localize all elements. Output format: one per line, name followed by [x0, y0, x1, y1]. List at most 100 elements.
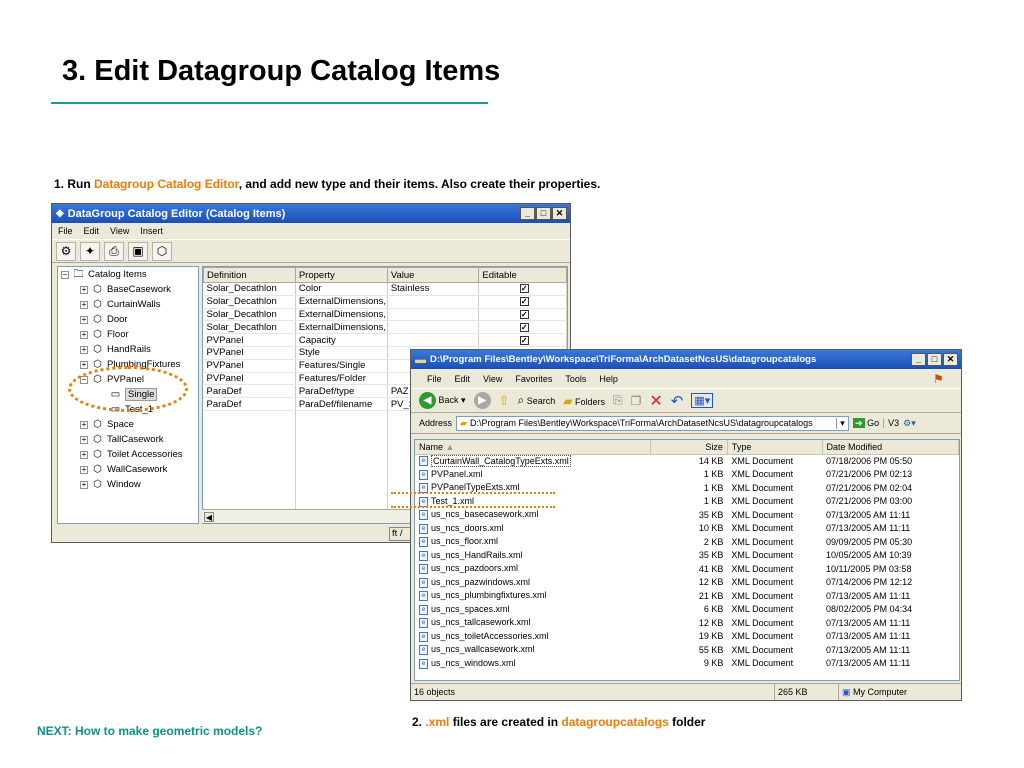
- menu-view[interactable]: View: [110, 226, 129, 236]
- cell-value[interactable]: [387, 308, 480, 322]
- tree-item[interactable]: + ⬡ Window: [58, 477, 198, 492]
- close-button[interactable]: ✕: [552, 207, 567, 220]
- tree-item[interactable]: + ⬡ WallCasework: [58, 462, 198, 477]
- address-input[interactable]: ▰ D:\Program Files\Bentley\Workspace\Tri…: [456, 415, 850, 431]
- file-name-cell[interactable]: e us_ncs_floor.xml: [415, 535, 651, 549]
- expand-icon[interactable]: +: [80, 345, 88, 354]
- next-topic-link[interactable]: NEXT: How to make geometric models?: [37, 724, 262, 738]
- cell-editable[interactable]: ✓: [478, 320, 567, 335]
- file-name-cell[interactable]: e us_ncs_doors.xml: [415, 522, 651, 536]
- copy-to-icon[interactable]: ❐: [631, 394, 642, 408]
- file-name-cell[interactable]: e us_ncs_tallcasework.xml: [415, 616, 651, 630]
- delete-icon[interactable]: ✕: [649, 391, 662, 411]
- col-value[interactable]: Value: [386, 267, 480, 283]
- menu-favorites[interactable]: Favorites: [515, 374, 552, 384]
- table-row[interactable]: Solar_Decathlon Color Stainless ✓: [203, 282, 567, 296]
- cell-definition[interactable]: Solar_Decathlon: [203, 295, 296, 309]
- table-row[interactable]: Solar_Decathlon ExternalDimensions, ✓: [203, 320, 567, 335]
- table-row[interactable]: e CurtainWall_CatalogTypeExts.xml 14 KB XML…: [415, 454, 959, 468]
- cell-value[interactable]: [387, 295, 480, 309]
- menu-file[interactable]: File: [427, 374, 442, 384]
- tree-item[interactable]: + ⬡ CurtainWalls: [58, 297, 198, 312]
- folders-button[interactable]: ▰ Folders: [563, 394, 605, 408]
- collapse-icon[interactable]: −: [61, 270, 69, 279]
- menu-help[interactable]: Help: [599, 374, 618, 384]
- expand-icon[interactable]: +: [80, 300, 88, 309]
- col-editable[interactable]: Editable: [478, 267, 567, 283]
- col-date[interactable]: Date Modified: [822, 440, 959, 455]
- col-type[interactable]: Type: [727, 440, 823, 455]
- cell-editable[interactable]: ✓: [478, 295, 567, 309]
- scroll-left-icon[interactable]: ◀: [204, 512, 214, 522]
- cell-definition[interactable]: PVPanel: [203, 359, 296, 373]
- explorer-titlebar[interactable]: ▬ D:\Program Files\Bentley\Workspace\Tri…: [411, 350, 961, 369]
- expand-icon[interactable]: +: [80, 360, 88, 369]
- cube-icon[interactable]: ⬡: [152, 241, 172, 261]
- cell-value[interactable]: [387, 333, 480, 347]
- expand-icon[interactable]: +: [80, 285, 88, 294]
- chevron-down-icon[interactable]: ▾: [836, 417, 848, 429]
- extra-toolbar-icon[interactable]: ⚙▾: [903, 418, 916, 429]
- new-item-icon[interactable]: ✦: [80, 241, 100, 261]
- search-button[interactable]: ⌕ Search: [517, 393, 555, 408]
- extra-toolbar-label[interactable]: V3: [883, 418, 899, 428]
- expand-icon[interactable]: +: [80, 315, 88, 324]
- table-row[interactable]: Solar_Decathlon ExternalDimensions, ✓: [203, 295, 567, 309]
- expand-icon[interactable]: +: [80, 480, 88, 489]
- cell-property[interactable]: Capacity: [295, 333, 388, 347]
- views-icon[interactable]: ▦▾: [691, 393, 714, 408]
- editable-checkbox[interactable]: ✓: [519, 309, 529, 319]
- table-row[interactable]: e us_ncs_pazwindows.xml 12 KB XML Document 0…: [415, 576, 959, 590]
- tree-item[interactable]: + ⬡ HandRails: [58, 342, 198, 357]
- cell-editable[interactable]: ✓: [478, 308, 567, 322]
- minimize-button[interactable]: _: [911, 353, 926, 366]
- cell-property[interactable]: Color: [295, 282, 388, 296]
- table-row[interactable]: PVPanel Capacity ✓: [203, 333, 567, 347]
- table-row[interactable]: e PVPanel.xml 1 KB XML Document 07/21/2006 P…: [415, 468, 959, 482]
- cell-property[interactable]: ParaDef/type: [295, 384, 388, 399]
- undo-icon[interactable]: ↶: [671, 392, 684, 410]
- expand-icon[interactable]: +: [80, 330, 88, 339]
- properties-icon[interactable]: ⚙: [56, 241, 76, 261]
- tree-item[interactable]: + ⬡ TallCasework: [58, 432, 198, 447]
- maximize-button[interactable]: □: [536, 207, 551, 220]
- menu-file[interactable]: File: [58, 226, 73, 236]
- cell-definition[interactable]: Solar_Decathlon: [203, 308, 296, 322]
- table-row[interactable]: e us_ncs_tallcasework.xml 12 KB XML Documen…: [415, 616, 959, 630]
- file-name-cell[interactable]: e CurtainWall_CatalogTypeExts.xml: [415, 454, 651, 468]
- move-to-icon[interactable]: ⎘: [613, 393, 623, 408]
- print-icon[interactable]: ⎙: [104, 241, 124, 261]
- file-name-cell[interactable]: e us_ncs_wallcasework.xml: [415, 643, 651, 657]
- maximize-button[interactable]: □: [927, 353, 942, 366]
- forward-arrow-icon[interactable]: ▶: [473, 392, 491, 409]
- file-name-cell[interactable]: e us_ncs_basecasework.xml: [415, 508, 651, 522]
- cell-property[interactable]: Features/Folder: [295, 372, 388, 386]
- table-row[interactable]: e us_ncs_wallcasework.xml 55 KB XML Documen…: [415, 643, 959, 657]
- col-name[interactable]: Name ▲: [415, 440, 652, 455]
- menu-edit[interactable]: Edit: [84, 226, 100, 236]
- table-row[interactable]: e us_ncs_basecasework.xml 35 KB XML Documen…: [415, 508, 959, 522]
- cell-definition[interactable]: Solar_Decathlon: [203, 320, 296, 335]
- table-row[interactable]: e us_ncs_plumbingfixtures.xml 21 KB XML Doc…: [415, 589, 959, 603]
- table-row[interactable]: e us_ncs_windows.xml 9 KB XML Document 07/13…: [415, 657, 959, 671]
- cell-definition[interactable]: PVPanel: [203, 346, 296, 360]
- file-name-cell[interactable]: e us_ncs_windows.xml: [415, 657, 651, 671]
- cell-editable[interactable]: ✓: [478, 333, 567, 347]
- file-list[interactable]: Name ▲ Size Type Date Modified e CurtainW…: [414, 439, 960, 681]
- cell-definition[interactable]: ParaDef: [203, 384, 296, 399]
- cell-definition[interactable]: PVPanel: [203, 372, 296, 386]
- back-button[interactable]: ◀ Back ▾: [419, 392, 466, 409]
- col-size[interactable]: Size: [650, 440, 728, 455]
- cell-definition[interactable]: ParaDef: [203, 397, 296, 411]
- save-icon[interactable]: ▣: [128, 241, 148, 261]
- file-name-cell[interactable]: e us_ncs_pazwindows.xml: [415, 576, 651, 590]
- expand-icon[interactable]: +: [80, 450, 88, 459]
- file-name-cell[interactable]: e us_ncs_plumbingfixtures.xml: [415, 589, 651, 603]
- tree-item[interactable]: + ⬡ Space: [58, 417, 198, 432]
- tree-item[interactable]: + ⬡ Toilet Accessories: [58, 447, 198, 462]
- table-row[interactable]: e us_ncs_spaces.xml 6 KB XML Document 08/02/…: [415, 603, 959, 617]
- file-name-cell[interactable]: e us_ncs_pazdoors.xml: [415, 562, 651, 576]
- cell-editable[interactable]: ✓: [478, 282, 567, 296]
- col-property[interactable]: Property: [294, 267, 388, 283]
- editable-checkbox[interactable]: ✓: [519, 335, 529, 345]
